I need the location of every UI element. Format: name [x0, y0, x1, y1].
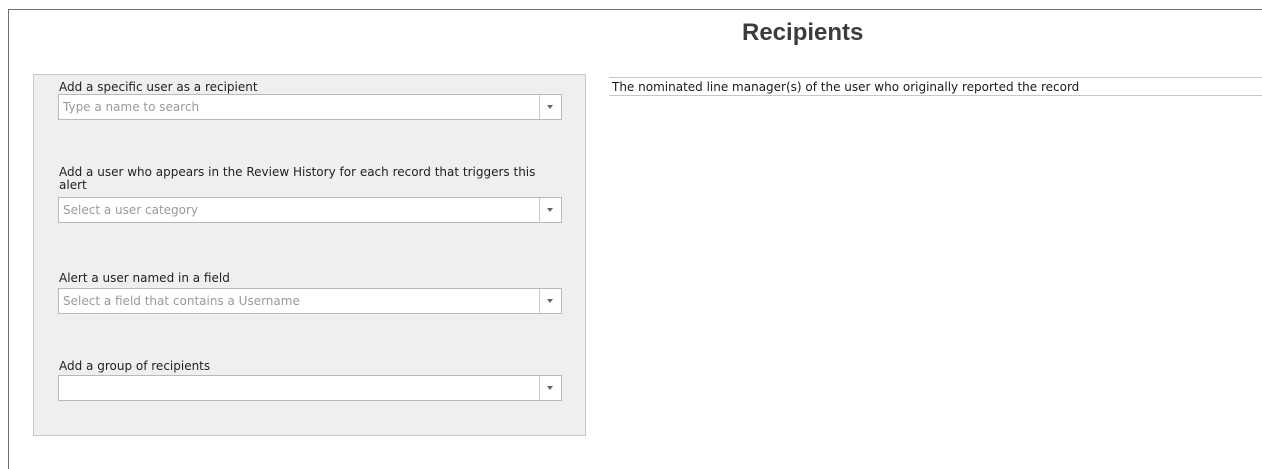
- specific-user-placeholder: Type a name to search: [63, 100, 200, 114]
- review-history-user-label: Add a user who appears in the Review His…: [59, 165, 536, 192]
- group-dropdown-button[interactable]: [539, 376, 561, 400]
- review-history-user-dropdown-button[interactable]: [539, 198, 561, 222]
- specific-user-label: Add a specific user as a recipient: [59, 80, 258, 94]
- chevron-down-icon: [547, 208, 553, 212]
- group-combobox[interactable]: [58, 375, 562, 401]
- recipient-options-panel: Add a specific user as a recipient Type …: [33, 74, 586, 436]
- specific-user-combobox[interactable]: Type a name to search: [58, 94, 562, 120]
- named-field-user-dropdown-button[interactable]: [539, 289, 561, 313]
- named-field-user-combobox[interactable]: Select a field that contains a Username: [58, 288, 562, 314]
- specific-user-dropdown-button[interactable]: [539, 95, 561, 119]
- named-field-user-label: Alert a user named in a field: [59, 271, 230, 285]
- chevron-down-icon: [547, 386, 553, 390]
- review-history-user-combobox[interactable]: Select a user category: [58, 197, 562, 223]
- named-field-user-placeholder: Select a field that contains a Username: [63, 294, 300, 308]
- group-label: Add a group of recipients: [59, 359, 211, 373]
- chevron-down-icon: [547, 299, 553, 303]
- page-title: Recipients: [742, 19, 864, 46]
- review-history-user-placeholder: Select a user category: [63, 203, 199, 217]
- recipient-list: The nominated line manager(s) of the use…: [609, 77, 1262, 96]
- chevron-down-icon: [547, 105, 553, 109]
- recipient-list-item[interactable]: The nominated line manager(s) of the use…: [612, 80, 1079, 94]
